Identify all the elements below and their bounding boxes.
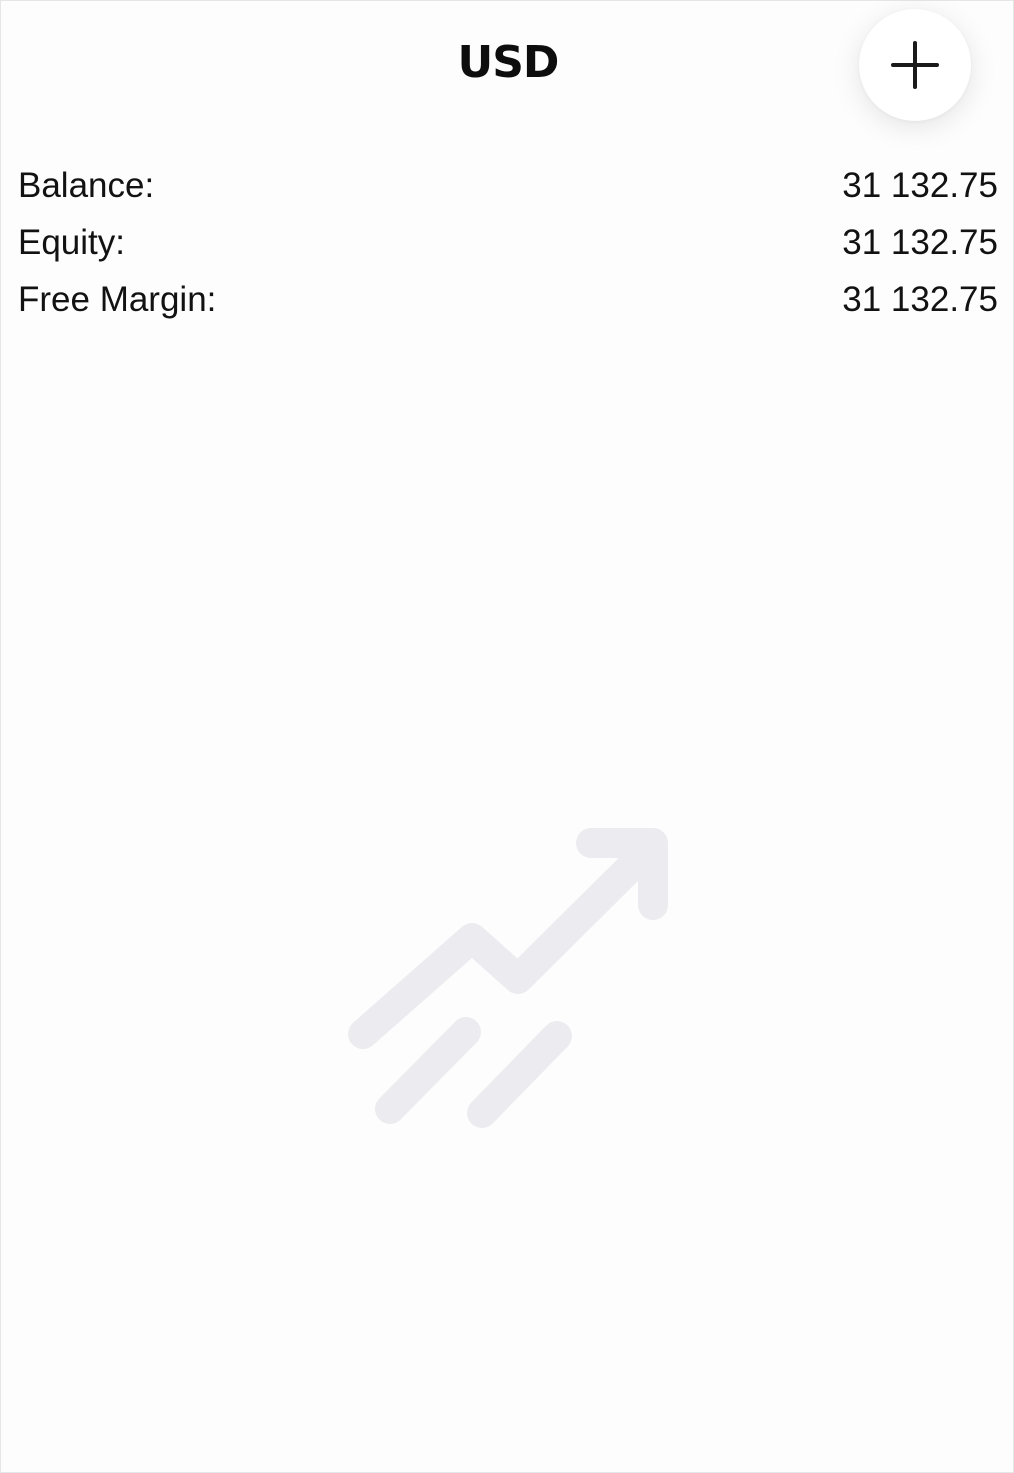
equity-value: 31 132.75: [842, 223, 998, 262]
free-margin-value: 31 132.75: [842, 280, 998, 319]
account-summary: Balance: 31 132.75 Equity: 31 132.75 Fre…: [18, 157, 998, 328]
free-margin-row: Free Margin: 31 132.75: [18, 271, 998, 328]
balance-value: 31 132.75: [842, 166, 998, 205]
free-margin-label: Free Margin:: [18, 280, 217, 319]
screen: USD Balance: 31 132.75 Equity: 31 132.75…: [0, 0, 1014, 1473]
balance-row: Balance: 31 132.75: [18, 157, 998, 214]
balance-label: Balance:: [18, 166, 155, 205]
empty-state-illustration: [341, 821, 681, 1141]
equity-label: Equity:: [18, 223, 125, 262]
plus-icon: [891, 41, 939, 89]
top-bar: USD: [1, 1, 1014, 125]
trending-up-chart-icon: [348, 828, 668, 1128]
add-button[interactable]: [859, 9, 971, 121]
equity-row: Equity: 31 132.75: [18, 214, 998, 271]
